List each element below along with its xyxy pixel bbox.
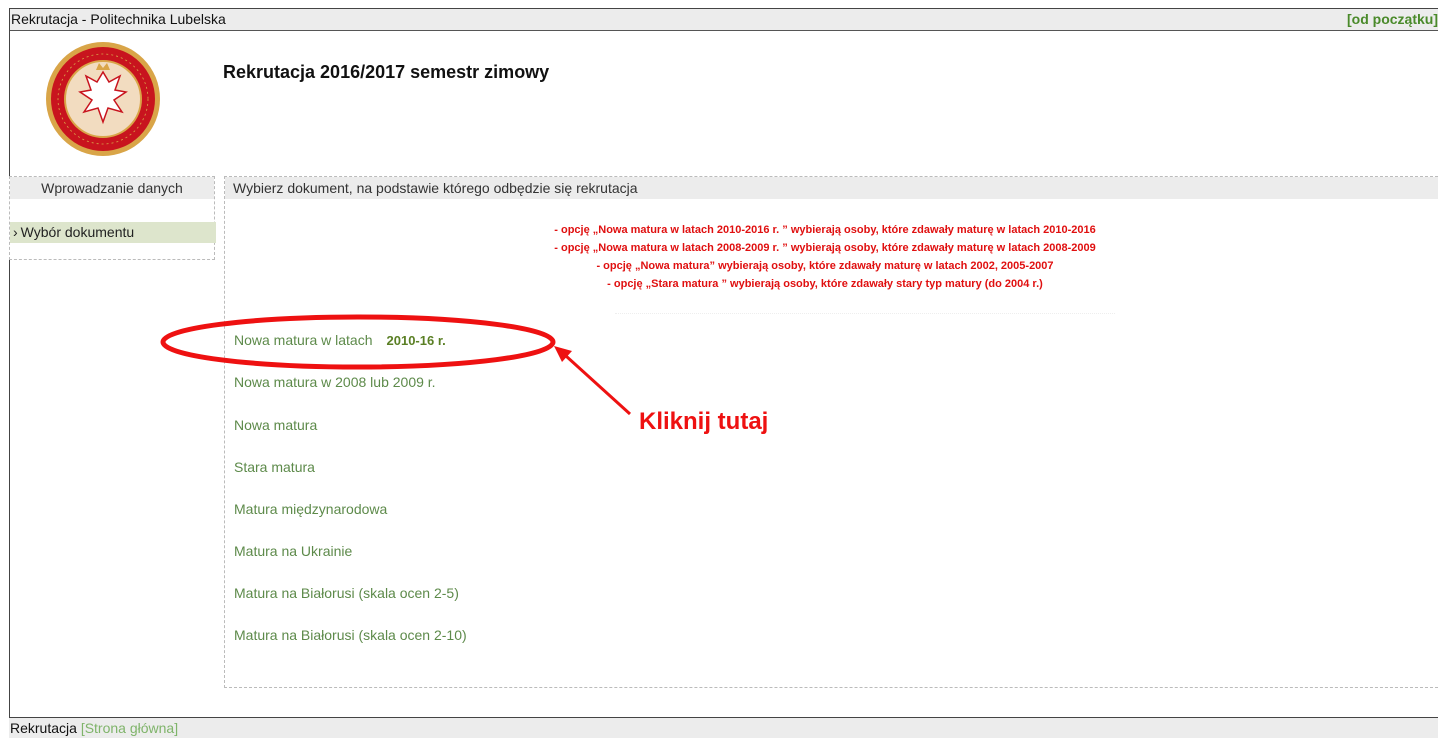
option-matura-ukraina[interactable]: Matura na Ukrainie bbox=[234, 543, 352, 559]
instruction-line: - opcję „Nowa matura” wybierają osoby, k… bbox=[596, 260, 1054, 272]
chevron-right-icon: › bbox=[13, 224, 18, 240]
page-title: Rekrutacja 2016/2017 semestr zimowy bbox=[223, 62, 550, 82]
sidebar-section-title: Wprowadzanie danych bbox=[10, 177, 214, 199]
option-matura-miedzynarodowa[interactable]: Matura międzynarodowa bbox=[234, 501, 387, 517]
option-nowa-matura-2008-2009[interactable]: Nowa matura w 2008 lub 2009 r. bbox=[234, 374, 436, 390]
instructions: - opcję „Nowa matura w latach 2010-2016 … bbox=[225, 221, 1425, 293]
restart-link[interactable]: [od początku] bbox=[1347, 11, 1438, 27]
university-logo bbox=[46, 42, 160, 156]
option-nowa-matura[interactable]: Nowa matura bbox=[234, 417, 317, 433]
footer-bar: Rekrutacja [Strona główna] bbox=[9, 717, 1438, 738]
sidebar: Wprowadzanie danych › Wybór dokumentu bbox=[9, 176, 216, 260]
title-bar: Rekrutacja - Politechnika Lubelska [od p… bbox=[10, 9, 1438, 31]
option-stara-matura[interactable]: Stara matura bbox=[234, 459, 315, 475]
option-label: Nowa matura w latach bbox=[234, 332, 373, 348]
footer-label: Rekrutacja bbox=[10, 720, 77, 736]
main-section-title: Wybierz dokument, na podstawie którego o… bbox=[225, 177, 1438, 199]
option-matura-bialorus-2-5[interactable]: Matura na Białorusi (skala ocen 2-5) bbox=[234, 585, 459, 601]
home-link[interactable]: [Strona główna] bbox=[81, 720, 178, 736]
sidebar-item-document-choice[interactable]: › Wybór dokumentu bbox=[10, 222, 216, 243]
annotation-label: Kliknij tutaj bbox=[639, 408, 769, 435]
instruction-line: - opcję „Nowa matura w latach 2010-2016 … bbox=[554, 224, 1096, 236]
option-matura-bialorus-2-10[interactable]: Matura na Białorusi (skala ocen 2-10) bbox=[234, 627, 467, 643]
window-title: Rekrutacja - Politechnika Lubelska bbox=[11, 11, 226, 27]
divider bbox=[615, 313, 1115, 314]
option-years: 2010-16 r. bbox=[386, 333, 446, 348]
instruction-line: - opcję „Nowa matura w latach 2008-2009 … bbox=[554, 242, 1096, 254]
main-panel: Wybierz dokument, na podstawie którego o… bbox=[224, 176, 1438, 688]
instruction-line: - opcję „Stara matura ” wybierają osoby,… bbox=[607, 278, 1043, 290]
sidebar-item-label: Wybór dokumentu bbox=[20, 224, 135, 240]
option-nowa-matura-2010-16[interactable]: Nowa matura w latach 2010-16 r. bbox=[234, 332, 446, 348]
